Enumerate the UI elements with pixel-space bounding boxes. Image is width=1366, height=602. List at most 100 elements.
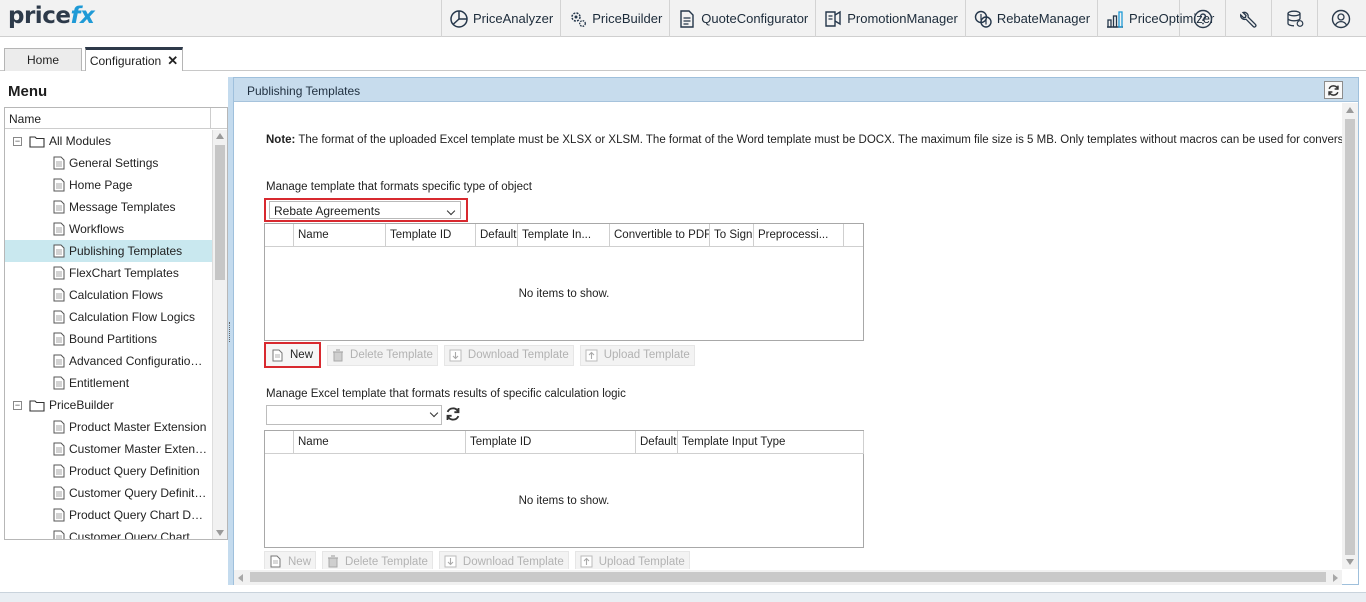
- column-header[interactable]: Name: [293, 431, 465, 454]
- menu-item[interactable]: − All Modules: [5, 130, 212, 152]
- document-icon: [53, 288, 65, 302]
- column-header[interactable]: Template ID: [465, 431, 635, 454]
- app-promotionmanager[interactable]: PromotionManager: [815, 0, 965, 37]
- column-header[interactable]: Convertible to PDF: [609, 224, 709, 247]
- upload-icon: [580, 555, 593, 568]
- app-pricebuilder[interactable]: PriceBuilder: [560, 0, 669, 37]
- menu-tree: − All Modules General Settings Home Page Mes…: [5, 130, 212, 539]
- pricefx-logo[interactable]: pricefx: [8, 3, 95, 29]
- trash-icon: [333, 348, 344, 361]
- menu-item[interactable]: General Settings: [5, 152, 212, 174]
- tab-configuration[interactable]: Configuration ✕: [85, 47, 183, 71]
- folder-icon: [29, 135, 45, 148]
- document-icon: [53, 222, 65, 236]
- collapse-icon[interactable]: −: [13, 400, 22, 410]
- menu-scrollbar[interactable]: [212, 130, 227, 539]
- app-quoteconfigurator[interactable]: QuoteConfigurator: [669, 0, 815, 37]
- panel-title: Publishing Templates: [247, 84, 361, 98]
- menu-item[interactable]: Product Query Definition: [5, 460, 212, 482]
- menu-item[interactable]: FlexChart Templates: [5, 262, 212, 284]
- menu-item-label: Calculation Flows: [69, 288, 164, 302]
- document-icon: [53, 420, 65, 434]
- menu-item[interactable]: Advanced Configuration ...: [5, 350, 212, 372]
- document-icon: [53, 332, 65, 346]
- chevron-down-icon: [429, 408, 439, 418]
- app-priceanalyzer[interactable]: PriceAnalyzer: [441, 0, 560, 37]
- format-note: Note: The format of the uploaded Excel t…: [266, 134, 1342, 146]
- menu-item-label: Message Templates: [69, 200, 176, 214]
- column-header[interactable]: Default: [635, 431, 677, 454]
- select-column-header[interactable]: [265, 431, 293, 454]
- download-icon: [449, 349, 462, 361]
- menu-item[interactable]: Bound Partitions: [5, 328, 212, 350]
- menu-item-label: All Modules: [49, 134, 112, 148]
- menu-item[interactable]: − PriceBuilder: [5, 394, 212, 416]
- menu-column-header[interactable]: Name: [5, 108, 227, 129]
- new-template-button[interactable]: New: [264, 342, 322, 368]
- tab-home[interactable]: Home: [4, 48, 82, 71]
- column-header[interactable]: Template In...: [517, 224, 609, 247]
- delete-template-button[interactable]: Delete Template: [327, 344, 438, 366]
- document-icon: [53, 156, 65, 170]
- collapse-icon[interactable]: −: [13, 136, 22, 146]
- column-header[interactable]: Template ID: [385, 224, 475, 247]
- menu-item-label: Product Master Extension: [69, 420, 207, 434]
- column-header[interactable]: Default: [475, 224, 517, 247]
- upload-template-button[interactable]: Upload Template: [579, 344, 695, 366]
- delete-template-button[interactable]: Delete Template: [322, 551, 433, 569]
- help-icon[interactable]: [1179, 0, 1225, 37]
- upload-template-button[interactable]: Upload Template: [574, 551, 690, 569]
- menu-item[interactable]: Product Query Chart Defi...: [5, 504, 212, 526]
- logic-templates-grid-empty: No items to show.: [518, 495, 610, 507]
- database-icon[interactable]: [1271, 0, 1317, 37]
- menu-item[interactable]: Calculation Flow Logics: [5, 306, 212, 328]
- document-icon: [53, 266, 65, 280]
- menu-item[interactable]: Home Page: [5, 174, 212, 196]
- menu-item[interactable]: Customer Master Extension: [5, 438, 212, 460]
- user-icon[interactable]: [1317, 0, 1363, 37]
- document-icon: [53, 200, 65, 214]
- app-rebatemanager[interactable]: RebateManager: [964, 0, 1097, 37]
- reload-logic-icon[interactable]: [445, 406, 461, 425]
- column-header-filler: [863, 431, 868, 454]
- menu-item[interactable]: Entitlement: [5, 372, 212, 394]
- refresh-icon: [1328, 84, 1339, 96]
- download-template-button[interactable]: Download Template: [438, 551, 569, 569]
- menu-item[interactable]: Workflows: [5, 218, 212, 240]
- download-template-button[interactable]: Download Template: [443, 344, 574, 366]
- new-template-icon: [270, 555, 281, 568]
- app-label: PromotionManager: [847, 11, 958, 26]
- close-tab-icon[interactable]: ✕: [167, 53, 178, 69]
- document-icon: [53, 244, 65, 258]
- menu-item[interactable]: Message Templates: [5, 196, 212, 218]
- column-header[interactable]: Name: [293, 224, 385, 247]
- menu-item-label: PriceBuilder: [49, 398, 114, 412]
- templates-grid: Name Template ID Default Template In... Conv…: [264, 223, 864, 341]
- menu-column-name: Name: [9, 112, 42, 126]
- menu-title: Menu: [8, 83, 48, 100]
- button-label: Delete Template: [345, 555, 428, 568]
- column-header[interactable]: To Sign: [709, 224, 753, 247]
- menu-item[interactable]: Calculation Flows: [5, 284, 212, 306]
- wrench-icon[interactable]: [1225, 0, 1271, 37]
- app-label: PriceAnalyzer: [473, 11, 554, 26]
- object-type-select[interactable]: Rebate Agreements: [264, 198, 468, 222]
- panel-header: Publishing Templates: [234, 78, 1358, 102]
- calculation-logic-select[interactable]: [266, 405, 442, 425]
- refresh-button[interactable]: [1324, 81, 1343, 99]
- column-header[interactable]: Preprocessi...: [753, 224, 843, 247]
- select-column-header[interactable]: [265, 224, 293, 247]
- panel-horizontal-scrollbar[interactable]: [234, 570, 1342, 585]
- document-icon: [53, 464, 65, 478]
- menu-item[interactable]: Product Master Extension: [5, 416, 212, 438]
- section2-label: Manage Excel template that formats resul…: [266, 388, 626, 400]
- menu-item[interactable]: Customer Query Chart De...: [5, 526, 212, 539]
- menu-item-label: Advanced Configuration ...: [69, 354, 209, 368]
- menu-item[interactable]: Customer Query Definition: [5, 482, 212, 504]
- folder-icon: [29, 399, 45, 412]
- panel-vertical-scrollbar[interactable]: [1342, 103, 1358, 569]
- new-template-button[interactable]: New: [264, 551, 317, 569]
- menu-item[interactable]: Publishing Templates: [5, 240, 212, 262]
- column-header[interactable]: Template Input Type: [677, 431, 863, 454]
- menu-item-label: Product Query Chart Defi...: [69, 508, 209, 522]
